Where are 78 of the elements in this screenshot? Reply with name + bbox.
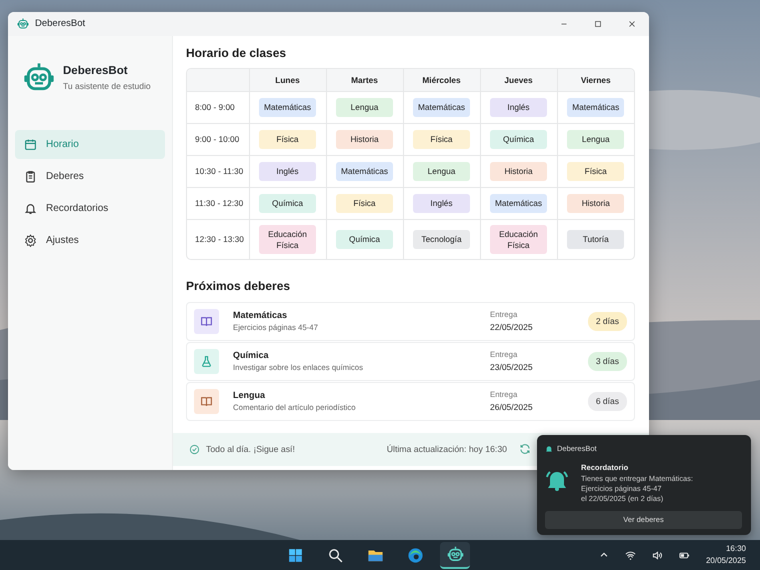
subject-tag: Física xyxy=(259,130,316,149)
window-title: DeberesBot xyxy=(35,16,86,31)
app-tagline: Tu asistente de estudio xyxy=(63,80,151,93)
days-left-tag: 3 días xyxy=(588,352,627,371)
status-message: Todo al día. ¡Sigue así! xyxy=(206,442,295,456)
book-icon xyxy=(200,394,213,408)
subject-tag: Inglés xyxy=(490,98,547,117)
app-name: DeberesBot xyxy=(63,64,129,79)
column-header: Miércoles xyxy=(403,69,480,92)
subject-tag: Física xyxy=(567,162,624,181)
days-left-tag: 6 días xyxy=(588,392,627,411)
column-header: Martes xyxy=(326,69,403,92)
clipboard-icon xyxy=(24,170,37,183)
subject-tag: Lengua xyxy=(413,162,470,181)
clock-time: 16:30 xyxy=(724,543,746,555)
subject-tag: Química xyxy=(490,130,547,149)
sidebar-item[interactable]: Horario xyxy=(15,130,165,159)
subject-tag: Lengua xyxy=(336,98,393,117)
column-header: Viernes xyxy=(557,69,634,92)
taskbar-app[interactable] xyxy=(440,542,470,568)
wifi-icon[interactable] xyxy=(624,550,636,560)
time-cell: 10:30 - 11:30 xyxy=(187,155,249,188)
subject-tag: Física xyxy=(336,194,393,213)
section-title: Horario de clases xyxy=(186,46,288,60)
subject-tag: Matemáticas xyxy=(259,98,316,117)
subject-tag: Tutoría xyxy=(567,230,624,250)
homework-subject: Lengua xyxy=(233,388,266,402)
section-title: Próximos deberes xyxy=(186,279,292,294)
time-cell: 12:30 - 13:30 xyxy=(187,219,249,260)
maximize-icon xyxy=(593,19,603,29)
sidebar-item[interactable]: Ajustes xyxy=(15,226,165,255)
start-icon xyxy=(286,546,304,564)
subject-tag: Historia xyxy=(567,194,624,213)
clock[interactable]: 16:30 20/05/2025 xyxy=(706,543,746,567)
days-left-tag: 2 días xyxy=(588,312,627,331)
subject-tag: Educación Física xyxy=(259,224,316,254)
due-date: 26/05/2025 xyxy=(490,400,534,414)
bell-icon xyxy=(545,444,553,453)
subject-tag: Tecnología xyxy=(413,230,470,250)
bell-icon xyxy=(24,202,37,215)
subject-tag: Historia xyxy=(490,162,547,181)
subject-tag: Química xyxy=(336,230,393,250)
check-circle-icon xyxy=(189,444,200,455)
subject-tag: Matemáticas xyxy=(567,98,624,117)
due-date: 22/05/2025 xyxy=(490,320,534,334)
search-icon xyxy=(326,546,344,564)
calendar-icon xyxy=(24,138,37,151)
flask-icon xyxy=(200,354,213,368)
subject-tag: Física xyxy=(413,130,470,149)
time-cell: 11:30 - 12:30 xyxy=(187,187,249,220)
subject-tag: Matemáticas xyxy=(490,194,547,213)
last-update-text: Última actualización: hoy 16:30 xyxy=(386,442,507,456)
subject-tag: Historia xyxy=(336,130,393,149)
subject-tag: Matemáticas xyxy=(336,162,393,181)
close-icon xyxy=(627,19,637,29)
sidebar-item[interactable]: Recordatorios xyxy=(15,194,165,223)
robot-icon xyxy=(17,18,29,30)
homework-subject: Matemáticas xyxy=(233,308,288,322)
time-cell: 8:00 - 9:00 xyxy=(187,91,249,124)
subject-tag: Matemáticas xyxy=(413,98,470,117)
due-date: 23/05/2025 xyxy=(490,360,534,374)
subject-tag: Lengua xyxy=(567,130,624,149)
sidebar-item[interactable]: Deberes xyxy=(15,162,165,191)
settings-icon xyxy=(24,234,37,247)
browser-icon xyxy=(406,546,424,564)
column-header: Lunes xyxy=(249,69,326,92)
subject-tag: Inglés xyxy=(413,194,470,213)
book-icon xyxy=(200,314,213,328)
homework-subject: Química xyxy=(233,348,270,362)
robot-icon xyxy=(446,546,464,562)
time-cell: 9:00 - 10:00 xyxy=(187,123,249,156)
clock-date: 20/05/2025 xyxy=(706,555,746,567)
speaker-icon[interactable] xyxy=(652,550,663,560)
subject-tag: Inglés xyxy=(259,162,316,181)
subject-tag: Química xyxy=(259,194,316,213)
subject-tag: Educación Física xyxy=(490,224,547,254)
column-header: Jueves xyxy=(480,69,557,92)
refresh-icon xyxy=(519,443,531,456)
